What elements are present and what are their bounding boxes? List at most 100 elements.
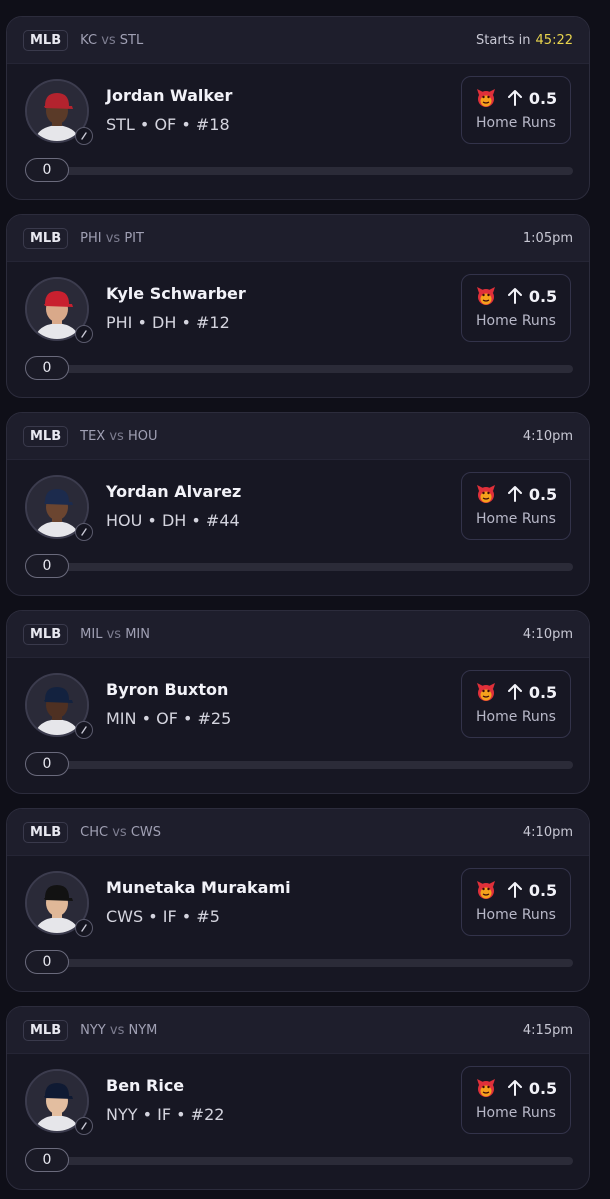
game-start-time: 4:10pm [523, 825, 573, 840]
player-position: DH [152, 313, 177, 332]
player-meta: PHI • DH • #12 [106, 313, 230, 332]
game-header: MLB NYY vs NYM 4:15pm [7, 1007, 589, 1054]
progress-count: 0 [25, 356, 69, 380]
devil-icon [475, 483, 497, 505]
progress-track [31, 959, 573, 967]
player-avatar[interactable] [25, 1069, 93, 1135]
card-body: Munetaka Murakami CWS • IF • #5 0.5 Home… [7, 856, 589, 991]
player-position: IF [157, 1105, 172, 1124]
prop-line-value: 0.5 [528, 1078, 558, 1098]
game-header: MLB CHC vs CWS 4:10pm [7, 809, 589, 856]
start-prefix: Starts in [476, 32, 531, 48]
card-body: Yordan Alvarez HOU • DH • #44 0.5 Home R… [7, 460, 589, 595]
player-meta: NYY • IF • #22 [106, 1105, 225, 1124]
player-avatar[interactable] [25, 475, 93, 541]
arrow-up-icon [507, 89, 523, 107]
player-number: #12 [195, 313, 230, 332]
game-start-time: 4:10pm [523, 429, 573, 444]
progress-count: 0 [25, 554, 69, 578]
player-team: NYY [106, 1105, 138, 1124]
prop-card[interactable]: MLB PHI vs PIT 1:05pm Kyle Schwarber PHI… [6, 214, 590, 398]
prop-line-value: 0.5 [528, 88, 558, 108]
prop-line-button[interactable]: 0.5 Home Runs [461, 472, 571, 540]
player-team: HOU [106, 511, 143, 530]
player-number: #18 [195, 115, 230, 134]
player-avatar[interactable] [25, 277, 93, 343]
stat-label: Home Runs [476, 115, 556, 131]
pin-icon[interactable] [75, 127, 93, 145]
devil-icon [475, 879, 497, 901]
player-name: Yordan Alvarez [106, 482, 242, 501]
arrow-up-icon [507, 287, 523, 305]
prop-card[interactable]: MLB TEX vs HOU 4:10pm Yordan Alvarez HOU… [6, 412, 590, 596]
start-time-value: 4:10pm [522, 428, 573, 444]
player-name: Byron Buxton [106, 680, 229, 699]
matchup: PHI vs PIT [80, 230, 144, 246]
prop-line-button[interactable]: 0.5 Home Runs [461, 670, 571, 738]
pin-icon[interactable] [75, 1117, 93, 1135]
game-header: MLB MIL vs MIN 4:10pm [7, 611, 589, 658]
player-number: #5 [196, 907, 220, 926]
progress-count: 0 [25, 950, 69, 974]
progress-track [31, 1157, 573, 1165]
league-badge: MLB [23, 227, 69, 249]
player-position: OF [156, 709, 178, 728]
player-avatar[interactable] [25, 79, 93, 145]
prop-line-button[interactable]: 0.5 Home Runs [461, 274, 571, 342]
player-position: IF [162, 907, 177, 926]
pin-icon[interactable] [75, 523, 93, 541]
matchup: CHC vs CWS [80, 824, 162, 840]
pin-icon[interactable] [75, 721, 93, 739]
progress-count: 0 [25, 1148, 69, 1172]
prop-card[interactable]: MLB NYY vs NYM 4:15pm Ben Rice NYY • IF [6, 1006, 590, 1190]
stat-label: Home Runs [476, 313, 556, 329]
player-team: PHI [106, 313, 133, 332]
start-time-value: 4:10pm [522, 626, 573, 642]
game-header: MLB TEX vs HOU 4:10pm [7, 413, 589, 460]
player-meta: MIN • OF • #25 [106, 709, 232, 728]
player-name: Jordan Walker [106, 86, 233, 105]
player-team: STL [106, 115, 135, 134]
progress-track [31, 365, 573, 373]
devil-icon [475, 681, 497, 703]
start-time-value: 45:22 [535, 32, 573, 48]
arrow-up-icon [507, 683, 523, 701]
player-avatar[interactable] [25, 871, 93, 937]
progress-count: 0 [25, 158, 69, 182]
start-time-value: 4:10pm [522, 824, 573, 840]
progress-track [31, 167, 573, 175]
game-header: MLB KC vs STL Starts in 45:22 [7, 17, 589, 64]
league-badge: MLB [23, 821, 69, 843]
devil-icon [475, 285, 497, 307]
start-time-value: 4:15pm [522, 1022, 573, 1038]
game-start-time: 1:05pm [523, 231, 573, 246]
prop-card[interactable]: MLB CHC vs CWS 4:10pm Munetaka Murakami [6, 808, 590, 992]
player-avatar[interactable] [25, 673, 93, 739]
pin-icon[interactable] [75, 919, 93, 937]
prop-line-button[interactable]: 0.5 Home Runs [461, 1066, 571, 1134]
prop-card[interactable]: MLB MIL vs MIN 4:10pm Byron Buxton MIN •… [6, 610, 590, 794]
prop-card[interactable]: MLB KC vs STL Starts in 45:22 Jordan Walk… [6, 16, 590, 200]
progress-count: 0 [25, 752, 69, 776]
stat-label: Home Runs [476, 907, 556, 923]
card-body: Jordan Walker STL • OF • #18 0.5 Home Ru… [7, 64, 589, 199]
player-number: #22 [190, 1105, 225, 1124]
card-body: Kyle Schwarber PHI • DH • #12 0.5 Home R… [7, 262, 589, 397]
prop-line-button[interactable]: 0.5 Home Runs [461, 76, 571, 144]
pin-icon[interactable] [75, 325, 93, 343]
player-meta: STL • OF • #18 [106, 115, 230, 134]
start-time-value: 1:05pm [522, 230, 573, 246]
stat-label: Home Runs [476, 511, 556, 527]
progress-track [31, 761, 573, 769]
player-team: CWS [106, 907, 144, 926]
player-name: Munetaka Murakami [106, 878, 291, 897]
prop-line-button[interactable]: 0.5 Home Runs [461, 868, 571, 936]
league-badge: MLB [23, 1019, 69, 1041]
game-start-time: Starts in 45:22 [476, 33, 573, 48]
progress-track [31, 563, 573, 571]
player-meta: HOU • DH • #44 [106, 511, 240, 530]
league-badge: MLB [23, 29, 69, 51]
player-name: Kyle Schwarber [106, 284, 246, 303]
prop-line-value: 0.5 [528, 484, 558, 504]
stat-label: Home Runs [476, 709, 556, 725]
